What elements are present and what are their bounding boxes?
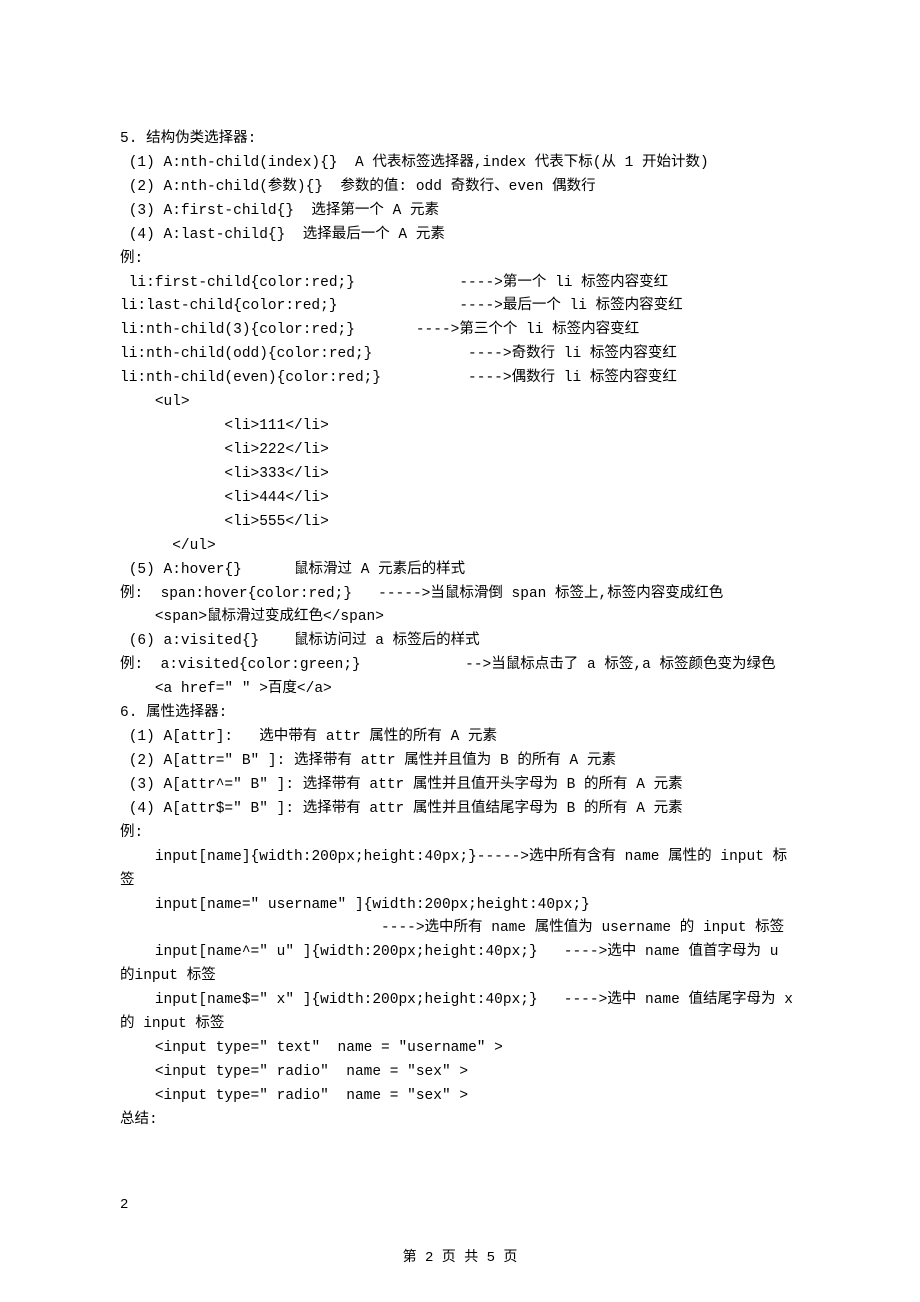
text-line: <span>鼠标滑过变成红色</span> xyxy=(120,606,800,630)
text-line: (3) A:first-child{} 选择第一个 A 元素 xyxy=(120,200,800,224)
text-line: (5) A:hover{} 鼠标滑过 A 元素后的样式 xyxy=(120,559,800,583)
text-line: (6) a:visited{} 鼠标访问过 a 标签后的样式 xyxy=(120,630,800,654)
text-line: 6. 属性选择器: xyxy=(120,702,800,726)
text-line: li:last-child{color:red;} ---->最后一个 li 标… xyxy=(120,295,800,319)
text-line: </ul> xyxy=(120,535,800,559)
text-line: 例: span:hover{color:red;} ----->当鼠标滑倒 sp… xyxy=(120,583,800,607)
text-line: <a href=" " >百度</a> xyxy=(120,678,800,702)
text-line: <li>333</li> xyxy=(120,463,800,487)
text-line: (2) A:nth-child(参数){} 参数的值: odd 奇数行、even… xyxy=(120,176,800,200)
text-line: input[name$=" x" ]{width:200px;height:40… xyxy=(120,989,800,1037)
text-line: 例: xyxy=(120,248,800,272)
text-line: li:nth-child(even){color:red;} ---->偶数行 … xyxy=(120,367,800,391)
text-line: input[name]{width:200px;height:40px;}---… xyxy=(120,846,800,894)
text-line: input[name=" username" ]{width:200px;hei… xyxy=(120,894,800,918)
text-line: (1) A[attr]: 选中带有 attr 属性的所有 A 元素 xyxy=(120,726,800,750)
text-line: <li>222</li> xyxy=(120,439,800,463)
text-line: (4) A:last-child{} 选择最后一个 A 元素 xyxy=(120,224,800,248)
text-line: <ul> xyxy=(120,391,800,415)
text-line: li:nth-child(3){color:red;} ---->第三个个 li… xyxy=(120,319,800,343)
text-line: 总结: xyxy=(120,1109,800,1133)
document-body: 5. 结构伪类选择器: (1) A:nth-child(index){} A 代… xyxy=(120,128,800,1133)
text-line: <li>111</li> xyxy=(120,415,800,439)
text-line: (2) A[attr=" B" ]: 选择带有 attr 属性并且值为 B 的所… xyxy=(120,750,800,774)
document-page: 5. 结构伪类选择器: (1) A:nth-child(index){} A 代… xyxy=(0,0,920,1173)
text-line: (4) A[attr$=" B" ]: 选择带有 attr 属性并且值结尾字母为… xyxy=(120,798,800,822)
page-number-center: 第 2 页 共 5 页 xyxy=(0,1247,920,1270)
text-line: (3) A[attr^=" B" ]: 选择带有 attr 属性并且值开头字母为… xyxy=(120,774,800,798)
text-line: input[name^=" u" ]{width:200px;height:40… xyxy=(120,941,800,989)
text-line: <input type=" radio" name = "sex" > xyxy=(120,1085,800,1109)
text-line: (1) A:nth-child(index){} A 代表标签选择器,index… xyxy=(120,152,800,176)
text-line: <li>444</li> xyxy=(120,487,800,511)
text-line: 例: xyxy=(120,822,800,846)
page-number-left: 2 xyxy=(120,1194,128,1217)
text-line: 例: a:visited{color:green;} -->当鼠标点击了 a 标… xyxy=(120,654,800,678)
text-line: 5. 结构伪类选择器: xyxy=(120,128,800,152)
text-line: <li>555</li> xyxy=(120,511,800,535)
text-line: li:first-child{color:red;} ---->第一个 li 标… xyxy=(120,272,800,296)
text-line: <input type=" text" name = "username" > xyxy=(120,1037,800,1061)
text-line: <input type=" radio" name = "sex" > xyxy=(120,1061,800,1085)
text-line: li:nth-child(odd){color:red;} ---->奇数行 l… xyxy=(120,343,800,367)
text-line: ---->选中所有 name 属性值为 username 的 input 标签 xyxy=(120,917,800,941)
